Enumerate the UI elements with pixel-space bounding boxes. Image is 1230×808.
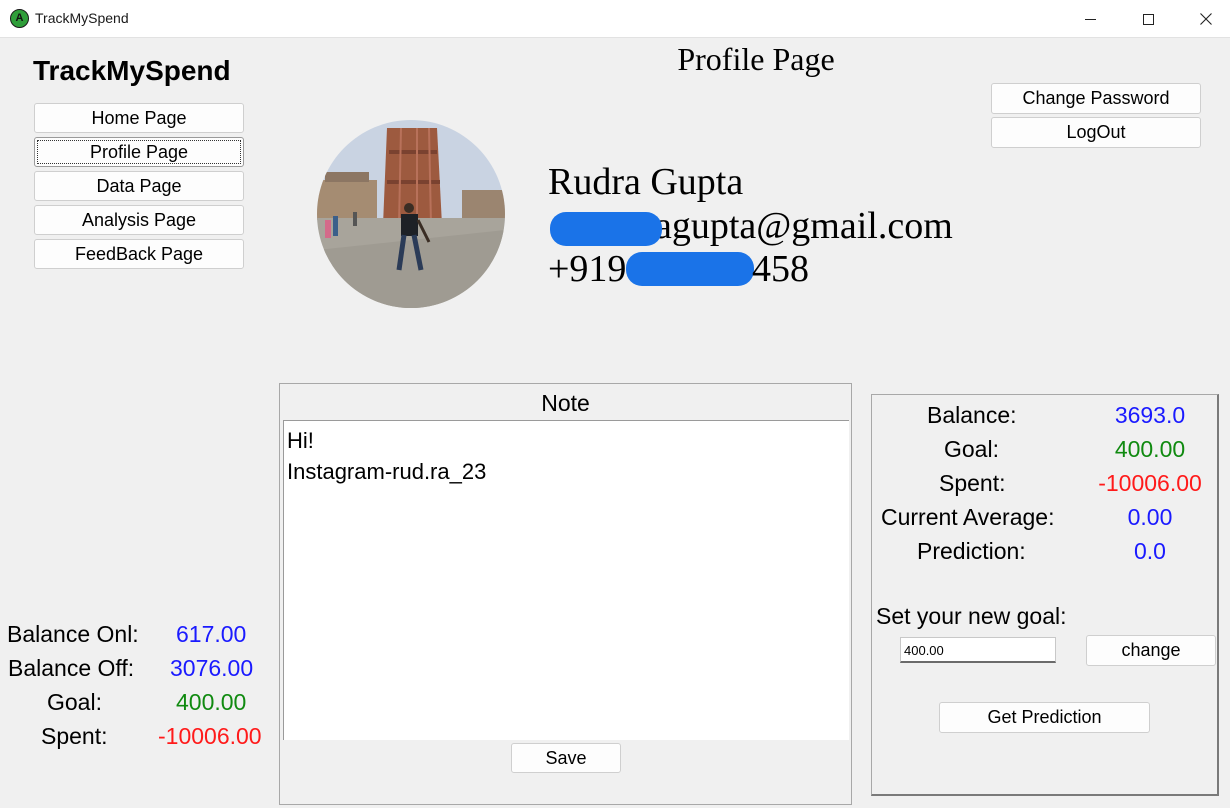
summary-balance-label: Balance:: [927, 402, 1017, 428]
summary-spent-value: -10006.00: [1098, 470, 1202, 496]
nav-feedback-page-button[interactable]: FeedBack Page: [34, 239, 244, 269]
maximize-button[interactable]: [1119, 0, 1177, 38]
profile-name: Rudra Gupta: [548, 161, 744, 203]
close-icon: [1200, 13, 1212, 25]
maximize-icon: [1142, 13, 1154, 25]
summary-goal-value: 400.00: [1114, 436, 1186, 462]
spent-value: -10006.00: [158, 723, 262, 749]
summary-spent-label: Spent:: [939, 470, 1006, 496]
profile-email: agupta@gmail.com: [655, 205, 953, 247]
note-textarea[interactable]: Hi! Instagram-rud.ra_23: [283, 420, 849, 740]
get-prediction-button[interactable]: Get Prediction: [939, 702, 1150, 733]
app-logo-icon: A: [10, 9, 29, 28]
logout-button[interactable]: LogOut: [991, 117, 1201, 148]
nav-analysis-page-button[interactable]: Analysis Page: [34, 205, 244, 235]
balance-online-label: Balance Onl:: [7, 621, 139, 647]
note-panel: Note Hi! Instagram-rud.ra_23 Save: [279, 383, 852, 805]
summary-prediction-value: 0.0: [1134, 538, 1166, 564]
summary-current-average-value: 0.00: [1127, 504, 1173, 530]
window-title: TrackMySpend: [35, 10, 129, 26]
balance-offline-label: Balance Off:: [8, 655, 135, 681]
summary-balance-value: 3693.0: [1114, 402, 1186, 428]
summary-current-average-label: Current Average:: [881, 504, 1055, 530]
profile-phone-suffix: 458: [752, 248, 809, 290]
close-button[interactable]: [1177, 0, 1230, 38]
profile-phone-prefix: +919: [548, 248, 627, 290]
goal-label: Goal:: [47, 689, 102, 715]
nav-home-page-button[interactable]: Home Page: [34, 103, 244, 133]
goal-value: 400.00: [176, 689, 247, 715]
nav-data-page-button[interactable]: Data Page: [34, 171, 244, 201]
change-goal-button[interactable]: change: [1086, 635, 1216, 666]
spent-label: Spent:: [41, 723, 108, 749]
balance-online-value: 617.00: [176, 621, 247, 647]
email-redaction: [550, 212, 662, 246]
note-title: Note: [541, 390, 590, 416]
set-goal-prompt: Set your new goal:: [876, 603, 1067, 629]
minimize-icon: [1084, 18, 1096, 20]
phone-redaction: [626, 252, 754, 286]
balance-offline-value: 3076.00: [170, 655, 254, 681]
nav-profile-page-button[interactable]: Profile Page: [34, 137, 244, 167]
summary-goal-label: Goal:: [944, 436, 999, 462]
summary-panel: Balance: 3693.0 Goal: 400.00 Spent: -100…: [871, 394, 1219, 796]
save-note-button[interactable]: Save: [511, 743, 621, 773]
goal-input[interactable]: 400.00: [900, 637, 1056, 663]
title-bar: A TrackMySpend: [0, 0, 1230, 38]
summary-prediction-label: Prediction:: [917, 538, 1026, 564]
page-title: Profile Page: [677, 41, 835, 77]
profile-avatar: [317, 120, 505, 308]
change-password-button[interactable]: Change Password: [991, 83, 1201, 114]
minimize-button[interactable]: [1061, 0, 1119, 38]
